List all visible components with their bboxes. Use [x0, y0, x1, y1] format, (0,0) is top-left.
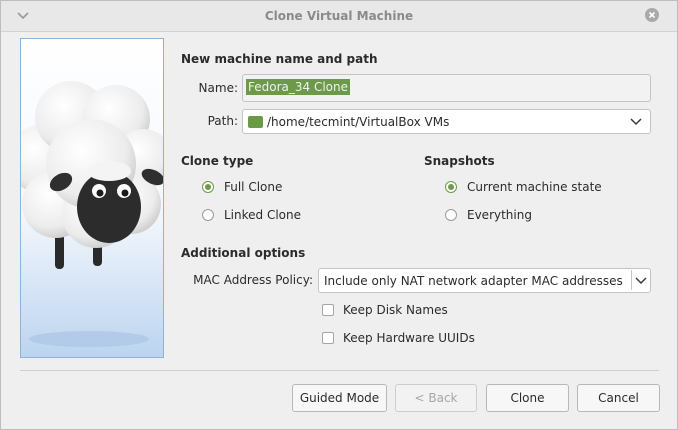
name-label: Name:	[198, 81, 238, 95]
chevron-down-icon[interactable]	[630, 117, 642, 127]
additional-options-heading: Additional options	[181, 246, 306, 260]
linked-clone-radio[interactable]	[202, 209, 214, 221]
title-bar: Clone Virtual Machine	[1, 1, 677, 32]
snapshots-heading: Snapshots	[424, 154, 495, 168]
current-state-radio[interactable]	[445, 181, 457, 193]
path-combobox[interactable]: /home/tecmint/VirtualBox VMs	[242, 109, 651, 134]
clone-button[interactable]: Clone	[486, 384, 569, 412]
guided-mode-button[interactable]: Guided Mode	[292, 384, 387, 412]
chevron-down-icon[interactable]	[635, 276, 647, 286]
path-label: Path:	[207, 114, 238, 128]
path-value: /home/tecmint/VirtualBox VMs	[267, 115, 450, 129]
full-clone-label[interactable]: Full Clone	[224, 180, 282, 194]
name-path-heading: New machine name and path	[181, 52, 378, 66]
keep-hardware-uuids-checkbox[interactable]	[322, 332, 334, 344]
linked-clone-label[interactable]: Linked Clone	[224, 208, 301, 222]
everything-radio[interactable]	[445, 209, 457, 221]
name-input-value: Fedora_34 Clone	[246, 79, 351, 95]
everything-label[interactable]: Everything	[467, 208, 532, 222]
dropdown-separator	[631, 270, 632, 290]
keep-hardware-uuids-label[interactable]: Keep Hardware UUIDs	[343, 331, 475, 345]
keep-disk-names-checkbox[interactable]	[322, 304, 334, 316]
window-title: Clone Virtual Machine	[264, 9, 414, 23]
current-state-label[interactable]: Current machine state	[467, 180, 602, 194]
mac-policy-combobox[interactable]: Include only NAT network adapter MAC add…	[318, 268, 651, 293]
cancel-button[interactable]: Cancel	[577, 384, 660, 412]
wizard-illustration	[20, 38, 164, 358]
keep-disk-names-label[interactable]: Keep Disk Names	[343, 303, 448, 317]
name-input[interactable]: Fedora_34 Clone	[242, 74, 651, 102]
button-divider	[20, 370, 659, 371]
folder-icon	[248, 116, 263, 128]
back-button[interactable]: < Back	[395, 384, 477, 412]
clone-type-heading: Clone type	[181, 154, 254, 168]
clone-vm-dialog: Clone Virtual Machine New machine name a…	[0, 0, 678, 430]
mac-policy-value: Include only NAT network adapter MAC add…	[324, 274, 623, 288]
sheep-image	[21, 81, 163, 347]
close-icon[interactable]	[645, 8, 659, 22]
full-clone-radio[interactable]	[202, 181, 214, 193]
mac-policy-label: MAC Address Policy:	[193, 273, 313, 287]
